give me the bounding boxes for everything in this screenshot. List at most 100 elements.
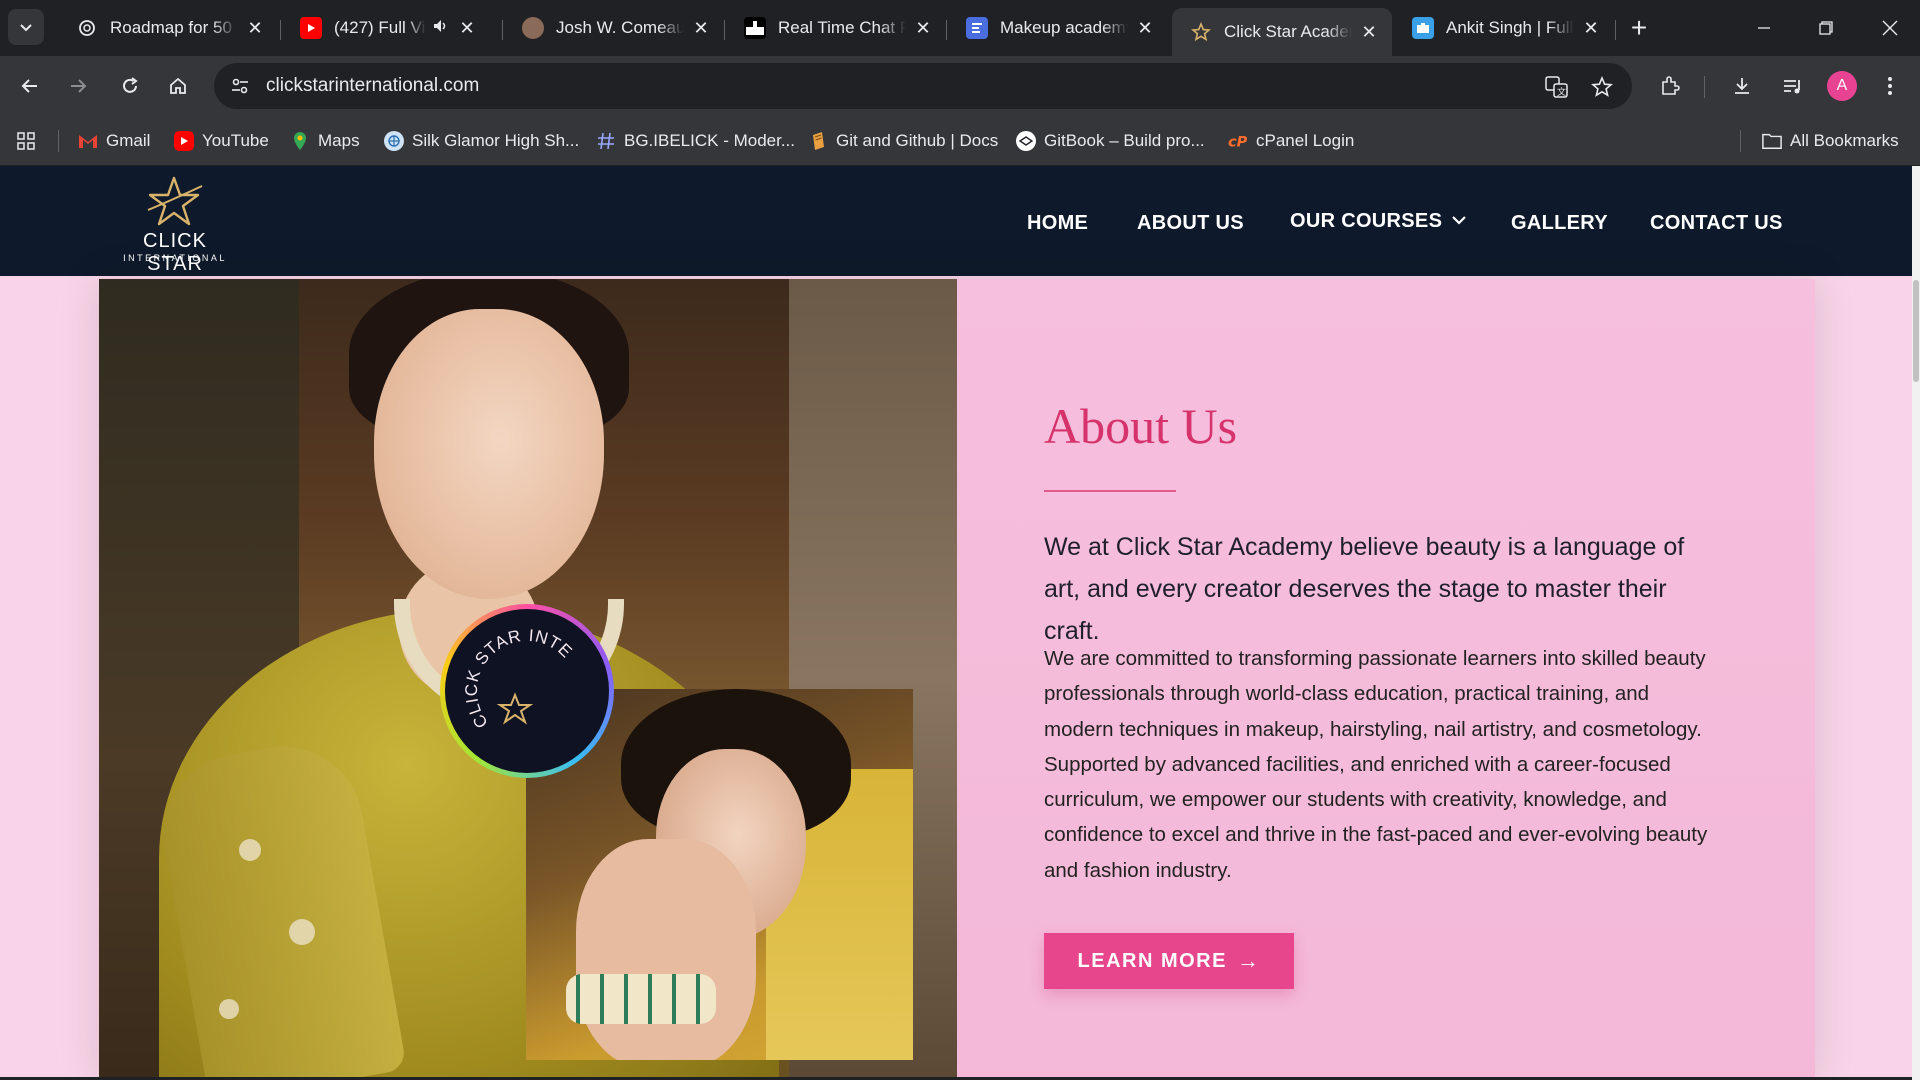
tab-title: Click Star Acaden bbox=[1224, 22, 1352, 41]
minimize-button[interactable] bbox=[1744, 10, 1784, 46]
bookmark-star-icon[interactable] bbox=[1589, 74, 1615, 100]
toolbar-divider bbox=[1704, 76, 1705, 98]
portfolio-icon bbox=[1412, 17, 1434, 39]
logo-subtitle: INTERNATIONAL bbox=[123, 253, 227, 263]
tab-youtube[interactable]: (427) Full Vid ✕ bbox=[282, 8, 502, 48]
back-button[interactable] bbox=[10, 66, 50, 106]
tab-ankit-singh[interactable]: Ankit Singh | Full ✕ bbox=[1394, 8, 1614, 48]
close-icon[interactable]: ✕ bbox=[690, 17, 712, 39]
photo-embroidery bbox=[289, 919, 315, 945]
nav-our-courses-label: OUR COURSES bbox=[1290, 210, 1443, 232]
tab-makeup-academy[interactable]: Makeup academy ✕ bbox=[948, 8, 1168, 48]
close-icon[interactable]: ✕ bbox=[912, 17, 934, 39]
learn-more-label: LEARN MORE bbox=[1077, 949, 1227, 972]
cpanel-icon: cP bbox=[1228, 131, 1248, 151]
bookmark-gitbook[interactable]: GitBook – Build pro... bbox=[1016, 127, 1205, 155]
gmail-icon bbox=[78, 131, 98, 151]
svg-text:cP: cP bbox=[1228, 134, 1248, 149]
extensions-icon[interactable] bbox=[1654, 70, 1686, 102]
speaker-icon[interactable] bbox=[432, 17, 450, 40]
badge-logo: CLICK STAR INTERNATIONAL bbox=[445, 609, 578, 749]
home-icon bbox=[170, 77, 186, 94]
apps-button[interactable] bbox=[16, 127, 44, 155]
minimize-icon bbox=[1758, 27, 1770, 29]
nav-gallery[interactable]: GALLERY bbox=[1511, 212, 1608, 235]
site-info-icon[interactable] bbox=[228, 74, 252, 98]
badge-inner: CLICK STAR INTERNATIONAL bbox=[445, 609, 609, 773]
forward-arrow-icon bbox=[71, 79, 87, 93]
close-icon[interactable]: ✕ bbox=[1134, 17, 1156, 39]
tab-divider bbox=[502, 20, 503, 40]
logo-star-icon bbox=[147, 176, 203, 226]
all-bookmarks-button[interactable]: All Bookmarks bbox=[1762, 127, 1899, 155]
nav-contact-us[interactable]: CONTACT US bbox=[1650, 212, 1783, 235]
site-logo[interactable]: CLICK STAR INTERNATIONAL bbox=[114, 176, 236, 275]
photo-embroidery bbox=[239, 839, 261, 861]
tab-title: Roadmap for 50 | bbox=[110, 18, 238, 37]
bookmark-maps[interactable]: Maps bbox=[290, 127, 360, 155]
badge-star-icon bbox=[496, 692, 534, 725]
reload-button[interactable] bbox=[110, 66, 150, 106]
bookmark-youtube[interactable]: YouTube bbox=[174, 127, 269, 155]
scrollbar-thumb[interactable] bbox=[1913, 280, 1919, 382]
tab-josh-comeau[interactable]: Josh W. Comeau ✕ bbox=[504, 8, 724, 48]
tab-title: (427) Full Vid bbox=[334, 18, 426, 37]
learn-more-button[interactable]: LEARN MORE → bbox=[1044, 933, 1294, 989]
new-tab-button[interactable]: + bbox=[1624, 12, 1654, 43]
close-icon[interactable]: ✕ bbox=[1358, 21, 1380, 43]
tab-divider bbox=[724, 20, 725, 40]
all-bookmarks-label: All Bookmarks bbox=[1790, 131, 1899, 150]
profile-initial: A bbox=[1836, 77, 1848, 94]
media-control-icon[interactable] bbox=[1776, 70, 1808, 102]
bookmark-gmail[interactable]: Gmail bbox=[78, 127, 150, 155]
nav-about-us[interactable]: ABOUT US bbox=[1137, 212, 1244, 235]
close-icon[interactable]: ✕ bbox=[1580, 17, 1602, 39]
nav-our-courses[interactable]: OUR COURSES bbox=[1290, 210, 1466, 233]
url-text[interactable]: clickstarinternational.com bbox=[266, 75, 479, 97]
nav-home[interactable]: HOME bbox=[1027, 212, 1088, 235]
bookmark-label: cPanel Login bbox=[1256, 131, 1355, 150]
bookmark-label: Silk Glamor High Sh... bbox=[412, 131, 580, 150]
close-icon[interactable]: ✕ bbox=[456, 17, 478, 39]
globe-icon bbox=[384, 131, 404, 151]
chevron-down-icon bbox=[20, 24, 32, 32]
tab-click-star-academy[interactable]: Click Star Acaden ✕ bbox=[1172, 8, 1392, 56]
gitbook-icon bbox=[1016, 131, 1036, 151]
docs-icon bbox=[808, 131, 828, 151]
bookmark-label: Git and Github | Docs bbox=[836, 131, 999, 150]
tab-title: Josh W. Comeau bbox=[556, 18, 684, 37]
tab-roadmap[interactable]: Roadmap for 50 | ✕ bbox=[58, 8, 278, 48]
close-window-button[interactable] bbox=[1870, 10, 1910, 46]
about-section: About Us We at Click Star Academy believ… bbox=[957, 279, 1815, 1080]
avatar-icon bbox=[522, 17, 544, 39]
tab-divider bbox=[1615, 20, 1616, 40]
close-icon[interactable]: ✕ bbox=[244, 17, 266, 39]
restore-button[interactable] bbox=[1806, 10, 1846, 46]
profile-avatar[interactable]: A bbox=[1827, 71, 1857, 101]
forward-button[interactable] bbox=[58, 66, 98, 106]
bookmarks-bar: Gmail YouTube Maps Silk Glamor High Sh..… bbox=[0, 116, 1920, 166]
close-icon bbox=[1882, 20, 1898, 36]
bookmark-cpanel[interactable]: cP cPanel Login bbox=[1228, 127, 1354, 155]
star-icon bbox=[1190, 21, 1212, 43]
tab-search-button[interactable] bbox=[8, 9, 44, 45]
menu-kebab-icon[interactable] bbox=[1874, 70, 1906, 102]
translate-icon[interactable]: 文 bbox=[1544, 74, 1570, 100]
reload-icon bbox=[123, 77, 138, 93]
bookmark-bg-ibelick[interactable]: BG.IBELICK - Moder... bbox=[596, 127, 795, 155]
tab-divider bbox=[946, 20, 947, 40]
download-icon[interactable] bbox=[1726, 70, 1758, 102]
back-arrow-icon bbox=[21, 79, 37, 93]
inset-hands bbox=[576, 839, 756, 1060]
bookmark-silk-glamor[interactable]: Silk Glamor High Sh... bbox=[384, 127, 579, 155]
tab-realtime-chat[interactable]: Real Time Chat P ✕ bbox=[726, 8, 946, 48]
bookmark-git-github[interactable]: Git and Github | Docs bbox=[808, 127, 998, 155]
chevron-down-icon bbox=[1452, 216, 1466, 225]
title-underline bbox=[1044, 490, 1176, 492]
tab-title: Makeup academy bbox=[1000, 18, 1128, 37]
address-bar[interactable]: clickstarinternational.com 文 bbox=[214, 63, 1632, 109]
browser-toolbar: clickstarinternational.com 文 A bbox=[0, 56, 1920, 116]
home-button[interactable] bbox=[158, 66, 198, 106]
bookmark-label: Maps bbox=[318, 131, 360, 150]
about-title: About Us bbox=[1044, 398, 1238, 454]
